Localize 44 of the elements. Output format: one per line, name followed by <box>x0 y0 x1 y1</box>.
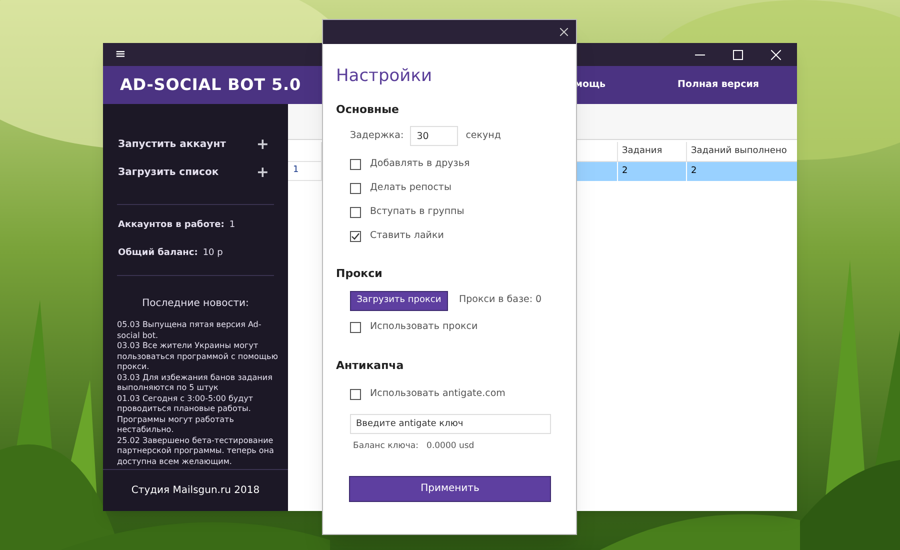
apply-button[interactable]: Применить <box>349 476 551 502</box>
checkbox-label: Добавлять в друзья <box>370 156 470 171</box>
checkbox[interactable] <box>350 230 361 242</box>
sidebar-action[interactable]: Загрузить список + <box>117 162 274 182</box>
menu-icon[interactable]: ≡ <box>115 48 126 61</box>
field-label: Задержка: <box>350 128 404 143</box>
news-text: 05.03 Выпущена пятая версия Ad-social bot. 03.03 Все жители Украины могут пользоваться программой с помощью прокси. 03.03 Для избежания банов задания выполняются по 5 штук 01.03 Сегодня с 3:00-5:00 будут проводиться плановые работы. Программы могут работать нестабильно. 25.02 Завершено бета-тестирование партнерской программы. теперь она доступна всем желающим. <box>117 320 279 467</box>
proxy-count: Прокси в базе: 0 <box>459 293 542 308</box>
column-header[interactable]: Задания <box>617 142 686 162</box>
stat-value: 1 <box>229 219 236 232</box>
checkbox[interactable] <box>350 388 361 400</box>
checkbox[interactable] <box>350 206 361 218</box>
key-balance: Баланс ключа: 0.0000 usd <box>353 440 476 453</box>
checkbox-label: Ставить лайки <box>370 228 444 243</box>
stat-value: 10 р <box>202 247 223 260</box>
plus-icon[interactable]: + <box>256 132 269 156</box>
checkbox-label: Использовать antigate.com <box>370 386 506 401</box>
stat-label: Общий баланс: <box>118 247 198 260</box>
checkbox-label: Делать репосты <box>370 180 452 195</box>
column-header[interactable]: Заданий выполнено <box>686 142 797 162</box>
table-cell: 2 <box>686 162 797 181</box>
table-cell: 2 <box>617 162 686 181</box>
checkbox-label: Вступать в группы <box>370 204 464 219</box>
menu-item[interactable]: Полная версия <box>678 78 759 92</box>
checkbox[interactable] <box>350 158 361 170</box>
sidebar-action[interactable]: Запустить аккаунт + <box>117 134 274 154</box>
key-field[interactable]: Введите antigate ключ <box>350 414 551 434</box>
section-heading: Антикапча <box>336 358 405 374</box>
footer-text: Студия Mailsgun.ru 2018 <box>130 484 261 498</box>
delay-field[interactable]: 30 <box>410 126 458 146</box>
section-heading: Основные <box>336 102 400 118</box>
plus-icon[interactable]: + <box>256 160 269 184</box>
checkbox[interactable] <box>350 322 361 333</box>
load-proxy-button[interactable]: Загрузить прокси <box>350 290 448 310</box>
app-title: AD-SOCIAL BOT 5.0 <box>120 74 301 96</box>
checkbox[interactable] <box>350 182 361 194</box>
stat-label: Аккаунтов в работе: <box>118 219 224 232</box>
unit-label: секунд <box>466 128 501 143</box>
section-heading: Прокси <box>336 266 384 282</box>
dialog-title: Настройки <box>336 65 434 88</box>
news-title: Последние новости: <box>141 297 250 311</box>
maximize-icon[interactable] <box>733 50 743 60</box>
close-icon[interactable] <box>560 28 568 36</box>
checkbox-label: Использовать прокси <box>370 320 478 334</box>
